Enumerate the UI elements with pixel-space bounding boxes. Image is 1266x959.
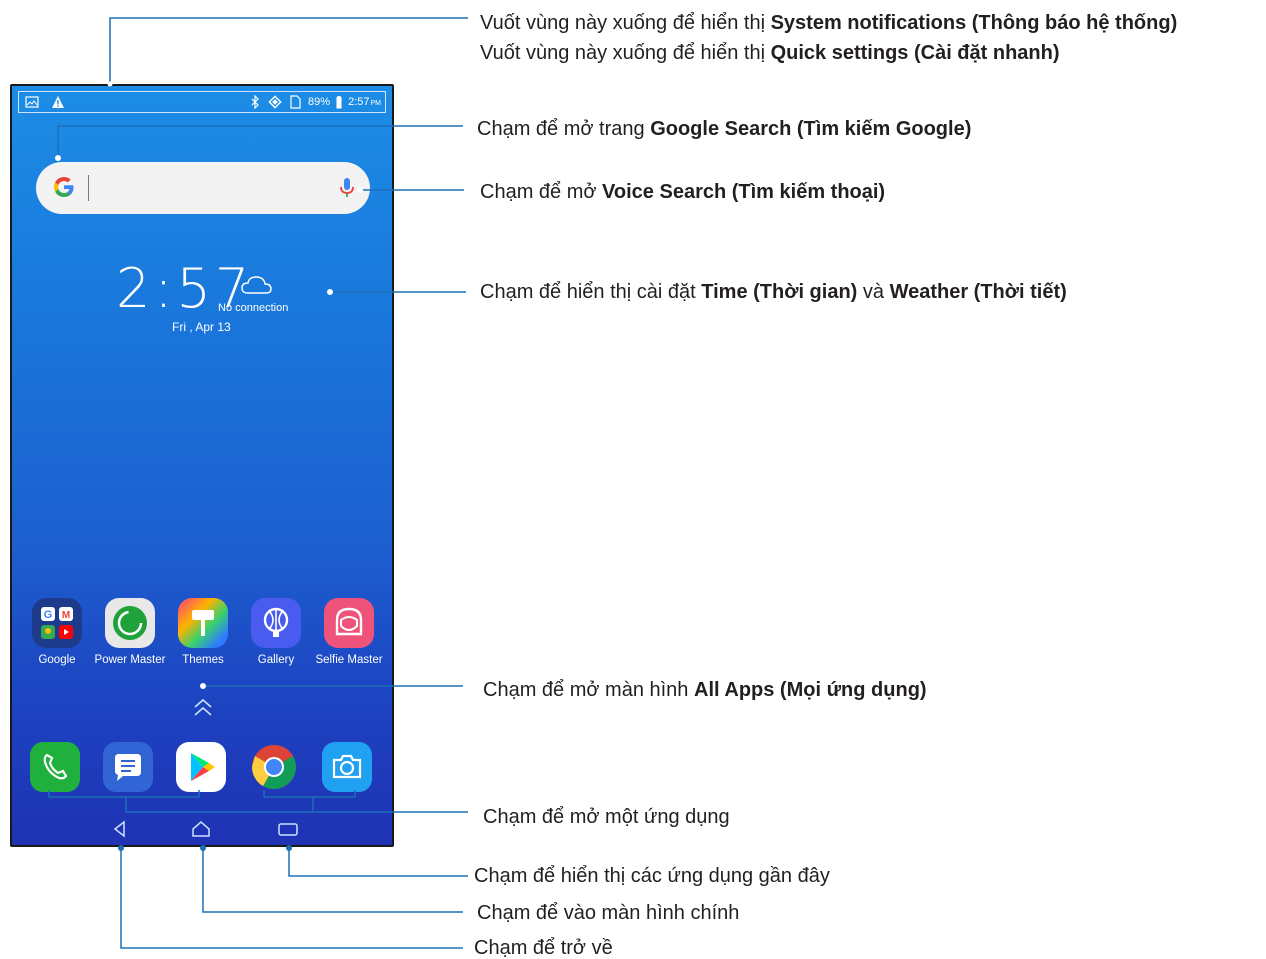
app-label: Google	[38, 654, 76, 666]
play-store-icon[interactable]	[176, 742, 226, 792]
camera-icon[interactable]	[322, 742, 372, 792]
app-label: Themes	[182, 654, 224, 666]
app-power-master[interactable]: Power Master	[94, 598, 166, 667]
svg-text:G: G	[44, 609, 53, 621]
vibrate-icon	[268, 95, 282, 109]
weather-status[interactable]: No connection	[218, 302, 288, 314]
callout-open-app: Chạm để mở một ứng dụng	[483, 806, 730, 828]
app-google[interactable]: G M Google	[21, 598, 93, 667]
callout-google-search: Chạm để mở trang Google Search (Tìm kiếm…	[477, 118, 972, 140]
back-icon[interactable]	[108, 817, 132, 841]
phone-frame: 89% 2:57PM 2:57 No connection Fri , Apr …	[10, 84, 394, 847]
app-label: Gallery	[257, 654, 295, 666]
bluetooth-icon	[251, 95, 259, 109]
status-time: 2:57PM	[348, 96, 381, 108]
cloud-icon[interactable]	[240, 274, 274, 296]
all-apps-arrow-icon[interactable]	[191, 696, 215, 718]
google-folder-icon: G M	[32, 598, 82, 648]
home-icon[interactable]	[189, 817, 213, 841]
chrome-icon[interactable]	[249, 742, 299, 792]
battery-icon	[336, 95, 342, 108]
app-label: Selfie Master	[315, 654, 383, 666]
home-screen: 89% 2:57PM 2:57 No connection Fri , Apr …	[12, 86, 392, 845]
selfie-master-icon	[324, 598, 374, 648]
callout-all-apps: Chạm để mở màn hình All Apps (Mọi ứng dụ…	[483, 679, 927, 701]
app-themes[interactable]: Themes	[167, 598, 239, 667]
search-caret	[88, 175, 89, 201]
power-master-icon	[105, 598, 155, 648]
gallery-icon	[25, 96, 39, 108]
phone-icon[interactable]	[30, 742, 80, 792]
sim-icon	[290, 95, 301, 109]
callout-back: Chạm để trở về	[474, 937, 613, 959]
callout-quick-settings: Vuốt vùng này xuống để hiển thị Quick se…	[480, 42, 1060, 64]
status-bar[interactable]: 89% 2:57PM	[18, 91, 386, 113]
battery-percent: 89%	[308, 96, 331, 108]
app-gallery[interactable]: Gallery	[240, 598, 312, 667]
callout-home-screen: Chạm để vào màn hình chính	[477, 902, 740, 924]
date-label[interactable]: Fri , Apr 13	[172, 320, 231, 334]
warning-icon	[52, 96, 64, 108]
callout-time-weather: Chạm để hiển thị cài đặt Time (Thời gian…	[480, 281, 1067, 303]
svg-text:M: M	[62, 610, 70, 621]
microphone-icon[interactable]	[338, 176, 356, 200]
navigation-bar	[12, 813, 392, 845]
callout-system-notifications: Vuốt vùng này xuống để hiển thị System n…	[480, 12, 1178, 34]
gallery-app-icon	[251, 598, 301, 648]
app-selfie-master[interactable]: Selfie Master	[313, 598, 385, 667]
themes-icon	[178, 598, 228, 648]
recents-icon[interactable]	[276, 817, 300, 841]
app-label: Power Master	[94, 654, 166, 666]
messages-icon[interactable]	[103, 742, 153, 792]
callout-recent-apps: Chạm để hiển thị các ứng dụng gần đây	[474, 865, 830, 887]
google-search-bar[interactable]	[36, 162, 370, 214]
google-g-icon[interactable]	[52, 175, 76, 199]
callout-voice-search: Chạm để mở Voice Search (Tìm kiếm thoại)	[480, 181, 886, 203]
